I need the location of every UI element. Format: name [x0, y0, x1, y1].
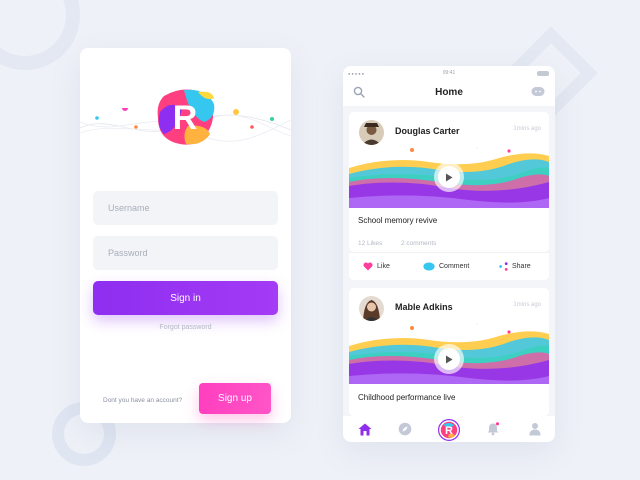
avatar[interactable] [359, 296, 384, 321]
profile-icon [529, 423, 541, 436]
like-label: Like [377, 263, 390, 270]
post-caption: School memory revive [358, 216, 438, 225]
no-account-text: Dont you have an account? [103, 397, 183, 404]
tab-center-logo[interactable]: R [437, 418, 461, 442]
like-button[interactable]: Like [363, 262, 390, 271]
decorative-dot [270, 117, 274, 121]
comments-count[interactable]: 2 comments [401, 240, 436, 247]
status-time: 09:41 [442, 70, 456, 76]
decorative-dot [134, 125, 138, 129]
share-label: Share [512, 263, 531, 270]
logo-letter: R [445, 425, 453, 437]
post-author: Douglas Carter [395, 126, 460, 136]
share-button[interactable]: Share [499, 262, 531, 271]
app-logo: R [157, 89, 215, 145]
post-time: 1mins ago [513, 126, 541, 132]
tab-notifications[interactable] [485, 421, 501, 437]
tab-home[interactable] [357, 421, 373, 437]
decorative-dot [250, 125, 254, 129]
battery-icon [537, 71, 549, 76]
feed-post[interactable]: Mable Adkins 1mins ago Childhood perform… [349, 288, 549, 416]
logo-letter: R [173, 99, 198, 137]
post-actions: Like Comment Share [349, 252, 549, 280]
status-bar: ●●●●● 09:41 [343, 66, 555, 80]
avatar-image [359, 120, 384, 145]
phone-screen: ●●●●● 09:41 Home Douglas Carter 1mins ag… [343, 66, 555, 442]
tab-explore[interactable] [397, 421, 413, 437]
decorative-dot [95, 116, 99, 120]
background-ring [0, 0, 80, 70]
likes-count: 12 Likes [358, 240, 383, 247]
play-button[interactable] [434, 344, 464, 374]
forgot-password-link[interactable]: Forgot password [80, 324, 291, 331]
password-input[interactable] [93, 236, 278, 270]
login-card: R Sign in Forgot password Dont you have … [80, 48, 291, 423]
page-title: Home [435, 87, 463, 98]
tab-bar: R [343, 416, 555, 442]
avatar[interactable] [359, 120, 384, 145]
app-logo-icon: R [438, 419, 460, 441]
play-icon [438, 166, 460, 188]
username-input[interactable] [93, 191, 278, 225]
signin-button[interactable]: Sign in [93, 281, 278, 315]
heart-icon [363, 262, 373, 271]
feed-post[interactable]: Douglas Carter 1mins ago School memory r… [349, 112, 549, 252]
tab-profile[interactable] [527, 421, 543, 437]
divider [349, 252, 549, 253]
post-author: Mable Adkins [395, 302, 453, 312]
bell-icon [487, 422, 500, 436]
comment-button[interactable]: Comment [423, 262, 469, 271]
post-caption: Childhood performance live [358, 393, 456, 402]
avatar-image [359, 296, 384, 321]
comment-icon [423, 262, 435, 271]
signup-button[interactable]: Sign up [199, 383, 271, 414]
post-time: 1mins ago [513, 302, 541, 308]
decorative-dot [233, 109, 239, 115]
compass-icon [398, 422, 412, 436]
decorative-dot [122, 108, 128, 111]
play-button[interactable] [434, 162, 464, 192]
comment-label: Comment [439, 263, 470, 270]
play-icon [438, 348, 460, 370]
share-icon [499, 262, 508, 271]
home-icon [358, 423, 372, 435]
chat-icon[interactable] [531, 86, 545, 98]
app-header: Home [343, 80, 555, 106]
